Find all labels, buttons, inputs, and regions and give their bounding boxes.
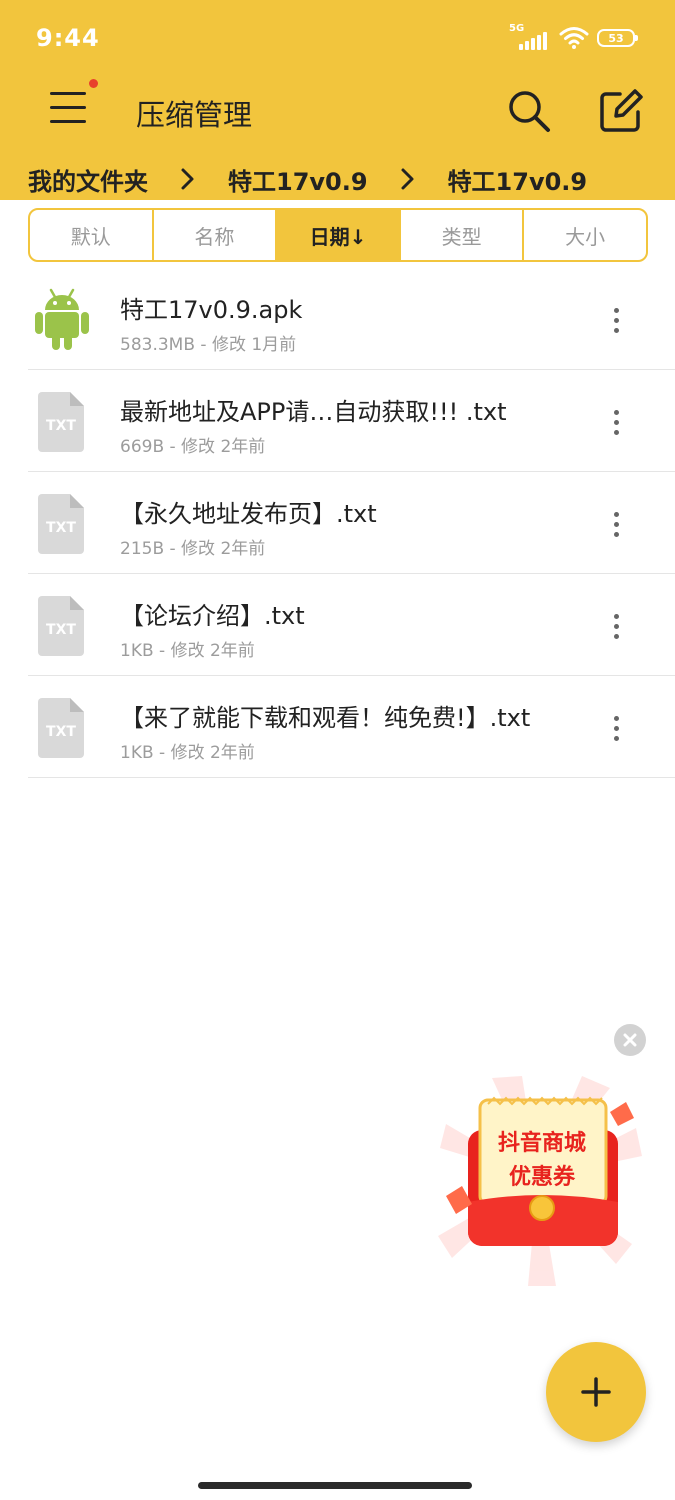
wifi-icon xyxy=(559,27,589,49)
file-row[interactable]: 特工17v0.9.apk 583.3MB - 修改 1月前 xyxy=(28,268,675,370)
file-list: 特工17v0.9.apk 583.3MB - 修改 1月前 TXT 最新地址及A… xyxy=(28,268,675,778)
txt-file-icon: TXT xyxy=(38,494,84,554)
file-row[interactable]: TXT 【论坛介绍】.txt 1KB - 修改 2年前 xyxy=(28,574,675,676)
breadcrumb-item[interactable]: 特工17v0.9 xyxy=(228,162,368,197)
sort-tab-type[interactable]: 类型 xyxy=(401,210,525,260)
breadcrumb-item-current[interactable]: 特工17v0.9 xyxy=(448,162,588,197)
sort-tab-size[interactable]: 大小 xyxy=(524,210,646,260)
txt-file-icon: TXT xyxy=(38,698,84,758)
file-row[interactable]: TXT 最新地址及APP请…自动获取!!! .txt 669B - 修改 2年前 xyxy=(28,370,675,472)
page-title: 压缩管理 xyxy=(136,98,253,132)
file-meta: 583.3MB - 修改 1月前 xyxy=(120,335,297,355)
sort-tab-date[interactable]: 日期↓ xyxy=(277,210,401,260)
sort-tabs: 默认 名称 日期↓ 类型 大小 xyxy=(28,208,648,262)
file-meta: 215B - 修改 2年前 xyxy=(120,539,266,559)
chevron-right-icon xyxy=(368,167,448,191)
more-options-button[interactable] xyxy=(600,402,632,442)
promo-line1: 抖音商城 xyxy=(498,1130,586,1156)
txt-file-label: TXT xyxy=(46,520,76,536)
more-options-button[interactable] xyxy=(600,606,632,646)
sort-tab-name[interactable]: 名称 xyxy=(154,210,278,260)
top-app-bar: 9:44 5G 53 压缩管理 我的文件夹 特工17v0.9 特工17v0.9 xyxy=(0,0,675,200)
more-options-button[interactable] xyxy=(600,708,632,748)
cellular-signal-icon: 5G xyxy=(509,24,551,52)
notification-dot xyxy=(89,79,98,88)
edit-icon xyxy=(600,89,643,132)
breadcrumb-item[interactable]: 我的文件夹 xyxy=(28,162,148,197)
file-row[interactable]: TXT 【来了就能下载和观看！纯免费!】.txt 1KB - 修改 2年前 xyxy=(28,676,675,778)
more-options-button[interactable] xyxy=(600,300,632,340)
breadcrumb: 我的文件夹 特工17v0.9 特工17v0.9 xyxy=(28,162,587,196)
file-row[interactable]: TXT 【永久地址发布页】.txt 215B - 修改 2年前 xyxy=(28,472,675,574)
txt-file-icon: TXT xyxy=(38,596,84,656)
file-name: 【永久地址发布页】.txt xyxy=(120,500,377,528)
promo-line2: 优惠券 xyxy=(509,1164,576,1190)
file-meta: 1KB - 修改 2年前 xyxy=(120,641,255,661)
sort-tab-default[interactable]: 默认 xyxy=(30,210,154,260)
file-name: 最新地址及APP请…自动获取!!! .txt xyxy=(120,398,507,426)
txt-file-label: TXT xyxy=(46,418,76,434)
android-apk-icon xyxy=(35,288,89,350)
file-name: 【论坛介绍】.txt xyxy=(120,602,305,630)
txt-file-label: TXT xyxy=(46,622,76,638)
file-name: 【来了就能下载和观看！纯免费!】.txt xyxy=(120,704,531,732)
status-time: 9:44 xyxy=(36,24,100,52)
add-button[interactable] xyxy=(546,1342,646,1442)
battery-icon: 53 xyxy=(597,29,638,47)
more-options-button[interactable] xyxy=(600,504,632,544)
edit-button[interactable] xyxy=(598,88,644,134)
search-icon xyxy=(509,91,550,132)
plus-icon xyxy=(581,1377,611,1407)
search-button[interactable] xyxy=(506,88,552,134)
file-meta: 669B - 修改 2年前 xyxy=(120,437,266,457)
menu-button[interactable] xyxy=(46,79,98,128)
status-icons: 5G 53 xyxy=(509,22,638,54)
txt-file-icon: TXT xyxy=(38,392,84,452)
txt-file-label: TXT xyxy=(46,724,76,740)
close-icon xyxy=(623,1033,637,1047)
home-indicator[interactable] xyxy=(198,1482,472,1489)
coupon-promo-badge[interactable]: 抖音商城 优惠券 xyxy=(432,1068,644,1288)
promo-close-button[interactable] xyxy=(614,1024,646,1056)
file-name: 特工17v0.9.apk xyxy=(120,296,303,324)
file-meta: 1KB - 修改 2年前 xyxy=(120,743,255,763)
chevron-right-icon xyxy=(148,167,228,191)
